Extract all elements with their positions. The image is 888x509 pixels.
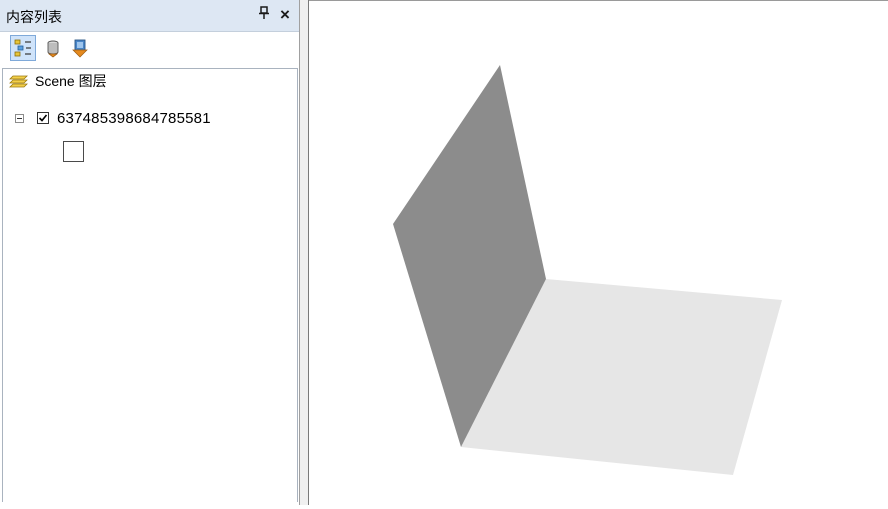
table-of-contents-panel: 内容列表 × Scene 图层 637485398684785581: [0, 0, 300, 505]
layer-tree: Scene 图层 637485398684785581: [2, 68, 298, 502]
list-by-source-button[interactable]: [40, 35, 66, 61]
close-icon: ×: [280, 5, 290, 24]
scene-view[interactable]: [309, 0, 888, 505]
layer-name[interactable]: 637485398684785581: [57, 110, 211, 127]
list-by-visibility-button[interactable]: [67, 35, 93, 61]
toc-toolbar: [0, 32, 299, 68]
checkmark-icon: [38, 114, 48, 122]
toc-header: 内容列表 ×: [0, 0, 299, 32]
visibility-icon: [72, 39, 88, 58]
database-icon: [47, 40, 59, 58]
close-button[interactable]: ×: [277, 6, 293, 24]
layer-row: 637485398684785581: [15, 107, 211, 129]
layers-stack-icon: [9, 75, 28, 88]
layers-list-icon: [14, 39, 31, 57]
scene-layers-label: Scene 图层: [35, 73, 107, 89]
pin-icon: [259, 6, 269, 19]
layer-visibility-checkbox[interactable]: [37, 112, 49, 124]
list-by-drawing-order-button[interactable]: [10, 35, 36, 61]
scene-layers-group[interactable]: Scene 图层: [9, 70, 107, 92]
scene-canvas: [393, 65, 782, 475]
pin-button[interactable]: [256, 6, 272, 24]
toc-title: 内容列表: [6, 9, 62, 25]
collapse-toggle[interactable]: [15, 113, 24, 123]
panel-splitter[interactable]: [300, 0, 309, 505]
layer-symbol-swatch[interactable]: [63, 141, 84, 162]
